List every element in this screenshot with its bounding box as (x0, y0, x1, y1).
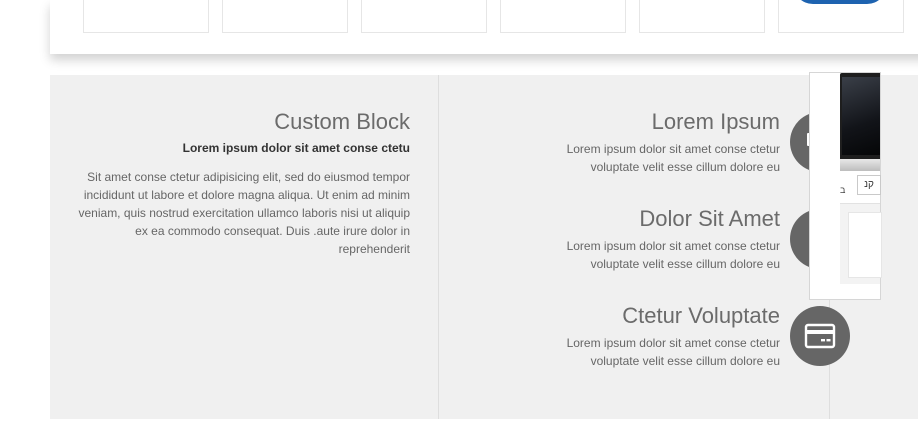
brand-logo-image (793, 0, 887, 4)
product-image-stand (840, 159, 880, 171)
carousel-thumb[interactable] (778, 0, 904, 33)
custom-block-text: Sit amet conse ctetur adipisicing elit, … (78, 170, 411, 256)
carousel-thumb[interactable] (83, 0, 209, 33)
carousel-thumb[interactable] (500, 0, 626, 33)
service-item: Dolor Sit Amet Lorem ipsum dolor sit ame… (439, 206, 850, 286)
carousel-thumb[interactable] (639, 0, 765, 33)
product-label: קנ (857, 175, 881, 195)
carousel-thumb[interactable] (361, 0, 487, 33)
service-title: Lorem Ipsum (651, 109, 780, 134)
carousel-thumb[interactable] (222, 0, 348, 33)
service-title: Ctetur Voluptate (622, 303, 780, 328)
brand-carousel (50, 0, 918, 54)
service-item: Lorem Ipsum Lorem ipsum dolor sit amet c… (439, 109, 850, 189)
custom-block-subtitle: Lorem ipsum dolor sit amet conse ctetu (182, 141, 410, 155)
service-item: Ctetur Voluptate Lorem ipsum dolor sit a… (439, 303, 850, 383)
product-info-panel (840, 203, 882, 284)
product-meta-text: ב (840, 185, 846, 195)
service-description: Lorem ipsum dolor sit amet conse ctetur … (566, 239, 780, 271)
footer-info-band: Custom Block Lorem ipsum dolor sit amet … (50, 75, 918, 419)
credit-card-icon (790, 306, 850, 366)
service-title: Dolor Sit Amet (639, 206, 780, 231)
product-image[interactable] (840, 73, 880, 159)
service-description: Lorem ipsum dolor sit amet conse ctetur … (566, 336, 780, 368)
product-widget[interactable]: ב קנ (809, 72, 882, 300)
service-description: Lorem ipsum dolor sit amet conse ctetur … (566, 142, 780, 174)
custom-block-title: Custom Block (274, 109, 410, 134)
